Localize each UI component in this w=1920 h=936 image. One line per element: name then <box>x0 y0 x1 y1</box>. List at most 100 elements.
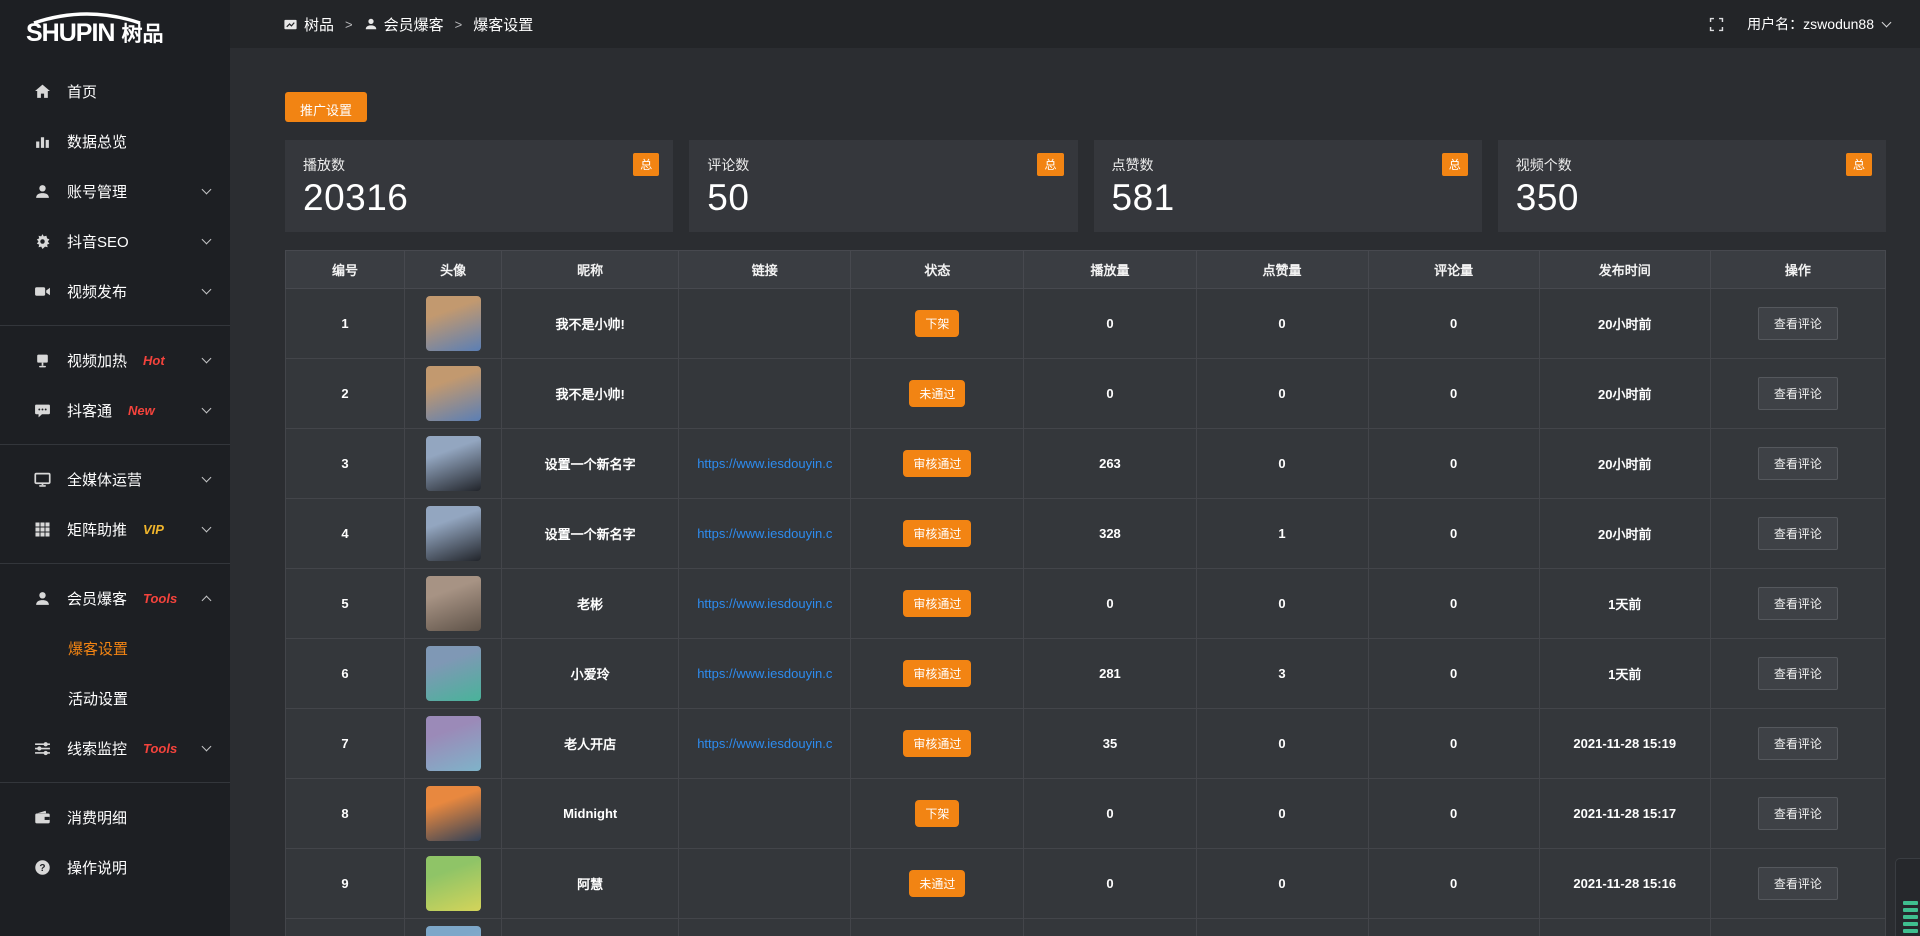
video-link[interactable]: https://www.iesdouyin.c <box>679 666 850 681</box>
breadcrumb-item-member-baoke[interactable]: 会员爆客 <box>384 14 444 35</box>
view-comments-button[interactable]: 查看评论 <box>1758 587 1838 620</box>
cell-avatar <box>405 919 502 936</box>
sidebar-item-home[interactable]: 首页 <box>0 66 230 116</box>
cell-publish-time: 20小时前 <box>1539 499 1710 569</box>
cell-publish-time: 20小时前 <box>1539 429 1710 499</box>
col-likes: 点赞量 <box>1196 251 1368 289</box>
status-badge: 审核通过 <box>903 450 971 477</box>
chevron-down-icon <box>202 235 212 245</box>
monitor-icon <box>34 470 52 488</box>
cell-link: https://www.iesdouyin.c <box>679 429 851 499</box>
cell-link <box>679 359 851 429</box>
sidebar-subitem-activity-settings[interactable]: 活动设置 <box>0 673 230 723</box>
user-icon <box>34 182 52 200</box>
view-comments-button[interactable]: 查看评论 <box>1758 727 1838 760</box>
sidebar-item-label: 账号管理 <box>67 181 127 202</box>
cell-comments: 0 <box>1368 639 1539 709</box>
cell-status: 下架 <box>851 779 1024 849</box>
avatar <box>426 576 481 631</box>
cell-publish-time: 2021-11-28 15:17 <box>1539 779 1710 849</box>
home-icon <box>34 82 52 100</box>
sidebar-item-douketong[interactable]: 抖客通New <box>0 385 230 435</box>
view-comments-button[interactable]: 查看评论 <box>1758 307 1838 340</box>
avatar <box>426 716 481 771</box>
cell-plays: 0 <box>1024 359 1196 429</box>
service-widget-bar <box>1903 908 1918 912</box>
promo-settings-button[interactable]: 推广设置 <box>285 92 367 122</box>
sidebar-item-data-overview[interactable]: 数据总览 <box>0 116 230 166</box>
table-row: 9阿慧未通过0002021-11-28 15:16查看评论 <box>286 849 1886 919</box>
chevron-down-icon <box>202 742 212 752</box>
view-comments-button[interactable]: 查看评论 <box>1758 657 1838 690</box>
view-comments-button[interactable]: 查看评论 <box>1758 867 1838 900</box>
col-plays: 播放量 <box>1024 251 1196 289</box>
chevron-down-icon <box>202 523 212 533</box>
status-badge: 审核通过 <box>903 520 971 547</box>
cell-avatar <box>405 569 502 639</box>
sidebar-item-video-publish[interactable]: 视频发布 <box>0 266 230 316</box>
cell-number <box>286 919 405 936</box>
cell-plays: 328 <box>1024 499 1196 569</box>
view-comments-button[interactable]: 查看评论 <box>1758 797 1838 830</box>
app-logo: SHUPIN 树品 <box>0 0 230 52</box>
view-comments-button[interactable]: 查看评论 <box>1758 447 1838 480</box>
sidebar-item-clue-monitor[interactable]: 线索监控Tools <box>0 723 230 773</box>
sidebar-item-member-baoke[interactable]: 会员爆客Tools <box>0 573 230 623</box>
cell-status <box>851 919 1024 936</box>
menu-badge: Hot <box>143 353 165 368</box>
cell-actions: 查看评论 <box>1710 779 1885 849</box>
chat-icon <box>34 401 52 419</box>
sidebar-item-media-operation[interactable]: 全媒体运营 <box>0 454 230 504</box>
video-table: 编号 头像 昵称 链接 状态 播放量 点赞量 评论量 发布时间 操作 1我不是小… <box>285 250 1886 936</box>
cell-nickname: 老人开店 <box>502 709 679 779</box>
cell-avatar <box>405 709 502 779</box>
cell-comments: 0 <box>1368 359 1539 429</box>
cell-plays: 0 <box>1024 569 1196 639</box>
sidebar-divider <box>0 444 230 445</box>
cell-avatar <box>405 499 502 569</box>
fullscreen-icon[interactable] <box>1708 16 1725 33</box>
video-link[interactable]: https://www.iesdouyin.c <box>679 526 850 541</box>
table-row <box>286 919 1886 936</box>
sidebar-item-operation-guide[interactable]: ?操作说明 <box>0 842 230 892</box>
video-link[interactable]: https://www.iesdouyin.c <box>679 736 850 751</box>
stat-card-label: 播放数 <box>303 155 655 175</box>
service-widget[interactable] <box>1895 858 1920 936</box>
sidebar-item-consumption-detail[interactable]: 消费明细 <box>0 792 230 842</box>
view-comments-button[interactable]: 查看评论 <box>1758 517 1838 550</box>
total-badge: 总 <box>1846 153 1872 176</box>
sidebar-item-matrix-boost[interactable]: 矩阵助推VIP <box>0 504 230 554</box>
cell-number: 8 <box>286 779 405 849</box>
video-link[interactable]: https://www.iesdouyin.c <box>679 456 850 471</box>
sidebar-item-label: 全媒体运营 <box>67 469 142 490</box>
cell-number: 5 <box>286 569 405 639</box>
sidebar-divider <box>0 325 230 326</box>
breadcrumb-separator: > <box>345 17 353 32</box>
cell-likes: 0 <box>1196 289 1368 359</box>
sidebar-item-label: 视频加热 <box>67 350 127 371</box>
sidebar-item-video-heat[interactable]: 视频加热 Hot <box>0 335 230 385</box>
cell-likes: 1 <box>1196 499 1368 569</box>
sliders-icon <box>34 739 52 757</box>
sidebar-subitem-baoke-settings[interactable]: 爆客设置 <box>0 623 230 673</box>
breadcrumb-item-shupin[interactable]: 树品 <box>304 14 334 35</box>
menu-badge: VIP <box>143 522 164 537</box>
video-link[interactable]: https://www.iesdouyin.c <box>679 596 850 611</box>
col-avatar: 头像 <box>405 251 502 289</box>
cell-likes: 0 <box>1196 849 1368 919</box>
stat-card-label: 点赞数 <box>1112 155 1464 175</box>
cell-number: 1 <box>286 289 405 359</box>
status-badge: 审核通过 <box>903 660 971 687</box>
view-comments-button[interactable]: 查看评论 <box>1758 377 1838 410</box>
heat-icon <box>34 351 52 369</box>
sidebar-item-account-management[interactable]: 账号管理 <box>0 166 230 216</box>
cell-status: 下架 <box>851 289 1024 359</box>
cell-number: 6 <box>286 639 405 709</box>
cell-publish-time <box>1539 919 1710 936</box>
table-row: 4设置一个新名字https://www.iesdouyin.c审核通过32810… <box>286 499 1886 569</box>
sidebar-item-label: 会员爆客 <box>67 588 127 609</box>
stat-card-likes: 点赞数 581 总 <box>1094 140 1482 232</box>
sidebar-item-douyin-seo[interactable]: 抖音SEO <box>0 216 230 266</box>
user-menu[interactable]: 用户名：zswodun88 <box>1747 14 1890 34</box>
col-status: 状态 <box>851 251 1024 289</box>
